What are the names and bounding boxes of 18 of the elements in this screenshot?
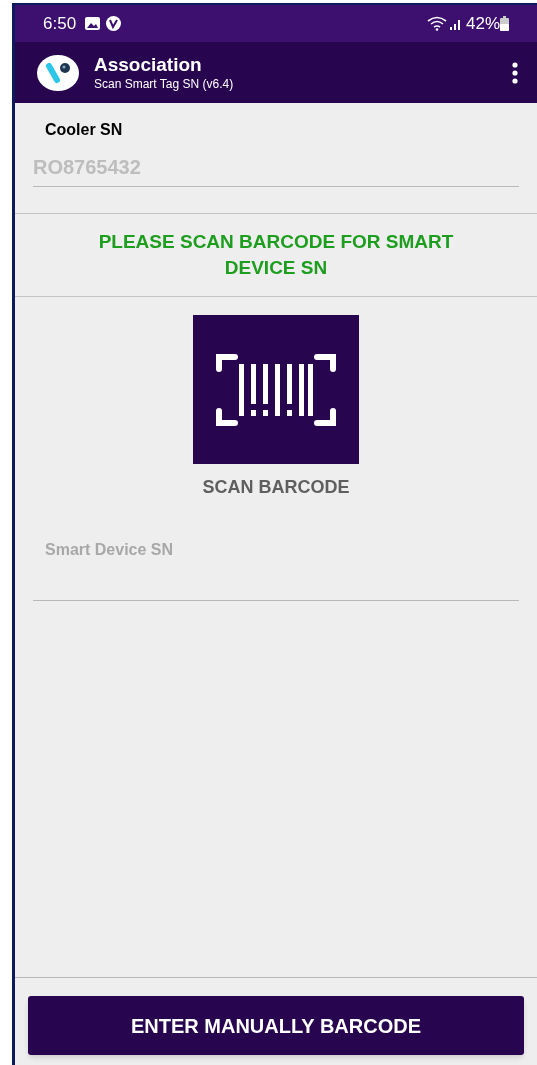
app-title: Association [94,53,203,76]
more-options-icon [512,61,518,84]
battery-icon [500,16,509,31]
cooler-sn-label: Cooler SN [45,120,124,140]
gallery-icon [85,17,101,30]
scan-instruction: PLEASE SCAN BARCODE FOR SMART DEVICE SN [97,230,455,280]
scan-barcode-button[interactable]: SCAN BARCODE [193,315,359,501]
wifi-icon [426,16,447,31]
more-options-button[interactable] [509,59,521,86]
smart-device-sn-field[interactable]: Smart Device SN [33,535,519,601]
battery-level: 42% [465,12,500,35]
app-logo-icon [37,54,79,91]
app-badge-icon [106,16,122,31]
barcode-scanner-icon [213,351,339,428]
status-time: 6:50 [43,12,77,35]
signal-icon [448,17,463,30]
enter-manually-barcode-button[interactable]: ENTER MANUALLY BARCODE [28,996,524,1055]
app-subtitle: Scan Smart Tag SN (v6.4) [94,75,234,92]
